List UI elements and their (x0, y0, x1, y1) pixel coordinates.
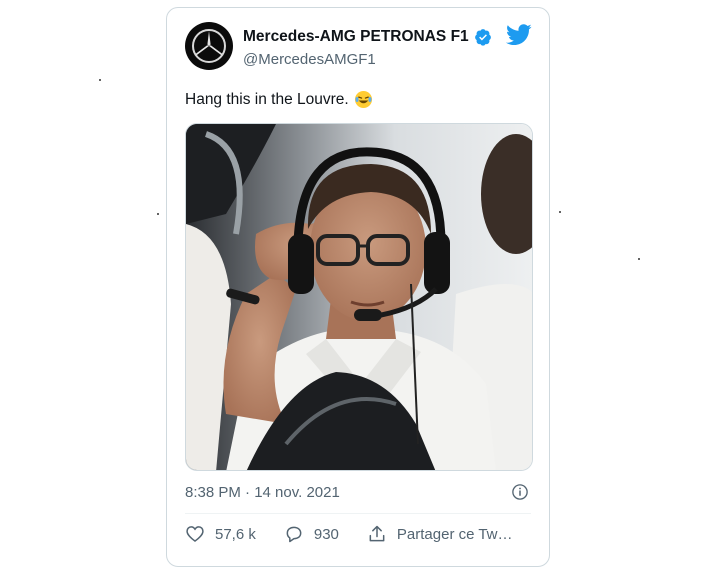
avatar[interactable] (185, 22, 233, 70)
like-count: 57,6 k (215, 525, 256, 543)
stray-dot (559, 211, 561, 213)
speech-bubble-icon (286, 526, 302, 543)
tweet-text: Hang this in the Louvre. (185, 90, 349, 108)
share-upload-icon (369, 525, 385, 542)
tweet-image[interactable] (185, 123, 533, 471)
like-button[interactable]: 57,6 k (185, 524, 256, 544)
tweet-timestamp[interactable]: 8:38 PM · 14 nov. 2021 (185, 484, 340, 501)
stray-dot (99, 79, 101, 81)
reply-button[interactable]: 930 (284, 524, 339, 544)
twitter-bird-icon[interactable] (506, 24, 532, 46)
author-name[interactable]: Mercedes-AMG PETRONAS F1 (243, 28, 469, 46)
laughing-tears-emoji (354, 90, 372, 109)
info-icon[interactable] (511, 483, 529, 501)
heart-icon (186, 526, 204, 543)
team-principal-photo (186, 124, 532, 470)
divider (185, 513, 531, 514)
author-handle[interactable]: @MercedesAMGF1 (243, 51, 376, 68)
share-button[interactable]: Partager ce Tw… (367, 524, 513, 544)
tweet-card[interactable]: Mercedes-AMG PETRONAS F1 @MercedesAMGF1 … (166, 7, 550, 567)
reply-count: 930 (313, 525, 339, 543)
mercedes-star-icon (192, 29, 226, 63)
share-label: Partager ce Tw… (396, 525, 513, 543)
stray-dot (157, 213, 159, 215)
verified-badge-icon (474, 29, 491, 46)
stray-dot (638, 258, 640, 260)
